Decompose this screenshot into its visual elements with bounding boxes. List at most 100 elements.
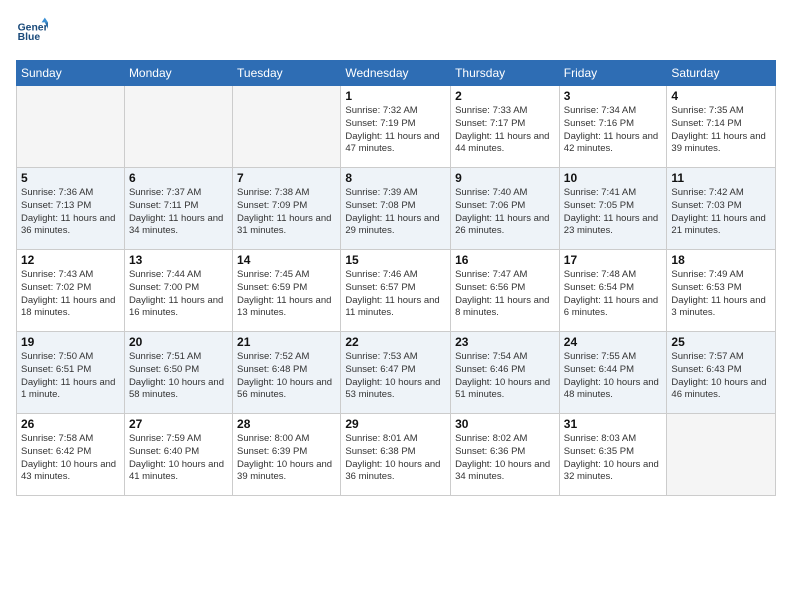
day-number: 16 — [455, 253, 555, 267]
day-info: Sunrise: 7:32 AMSunset: 7:19 PMDaylight:… — [345, 105, 446, 156]
day-info: Sunrise: 7:59 AMSunset: 6:40 PMDaylight:… — [129, 433, 228, 484]
svg-text:Blue: Blue — [18, 32, 41, 43]
day-info: Sunrise: 7:57 AMSunset: 6:43 PMDaylight:… — [671, 351, 771, 402]
day-number: 11 — [671, 171, 771, 185]
calendar-cell — [233, 86, 341, 168]
calendar-cell — [17, 86, 125, 168]
calendar-cell: 19 Sunrise: 7:50 AMSunset: 6:51 PMDayligh… — [17, 332, 125, 414]
day-number: 9 — [455, 171, 555, 185]
day-number: 17 — [564, 253, 663, 267]
day-info: Sunrise: 7:42 AMSunset: 7:03 PMDaylight:… — [671, 187, 771, 238]
calendar-cell: 3Sunrise: 7:34 AMSunset: 7:16 PMDaylight… — [559, 86, 667, 168]
day-number: 6 — [129, 171, 228, 185]
calendar-cell: 23 Sunrise: 7:54 AMSunset: 6:46 PMDayligh… — [451, 332, 560, 414]
day-number: 27 — [129, 417, 228, 431]
calendar-cell: 14Sunrise: 7:45 AMSunset: 6:59 PMDayligh… — [233, 250, 341, 332]
day-number: 15 — [345, 253, 446, 267]
day-number: 24 — [564, 335, 663, 349]
day-info: Sunrise: 7:49 AMSunset: 6:53 PMDaylight:… — [671, 269, 771, 320]
day-info: Sunrise: 7:51 AMSunset: 6:50 PMDaylight:… — [129, 351, 228, 402]
week-row-2: 5Sunrise: 7:36 AMSunset: 7:13 PMDaylight… — [17, 168, 776, 250]
day-info: Sunrise: 8:03 AMSunset: 6:35 PMDaylight:… — [564, 433, 663, 484]
calendar-cell: 10 Sunrise: 7:41 AMSunset: 7:05 PMDayligh… — [559, 168, 667, 250]
day-info: Sunrise: 7:50 AMSunset: 6:51 PMDaylight:… — [21, 351, 120, 402]
calendar-cell: 1 Sunrise: 7:32 AMSunset: 7:19 PMDaylight… — [341, 86, 451, 168]
calendar-cell: 30 Sunrise: 8:02 AMSunset: 6:36 PMDayligh… — [451, 414, 560, 496]
calendar-cell: 16 Sunrise: 7:47 AMSunset: 6:56 PMDayligh… — [451, 250, 560, 332]
weekday-header-tuesday: Tuesday — [233, 61, 341, 86]
calendar-cell: 20 Sunrise: 7:51 AMSunset: 6:50 PMDayligh… — [124, 332, 232, 414]
week-row-4: 19 Sunrise: 7:50 AMSunset: 6:51 PMDayligh… — [17, 332, 776, 414]
calendar-table: SundayMondayTuesdayWednesdayThursdayFrid… — [16, 60, 776, 496]
day-number: 31 — [564, 417, 663, 431]
day-number: 1 — [345, 89, 446, 103]
weekday-header-row: SundayMondayTuesdayWednesdayThursdayFrid… — [17, 61, 776, 86]
day-number: 29 — [345, 417, 446, 431]
day-info: Sunrise: 7:40 AMSunset: 7:06 PMDaylight:… — [455, 187, 555, 238]
day-number: 26 — [21, 417, 120, 431]
calendar-cell: 11 Sunrise: 7:42 AMSunset: 7:03 PMDayligh… — [667, 168, 776, 250]
calendar-cell: 15Sunrise: 7:46 AMSunset: 6:57 PMDayligh… — [341, 250, 451, 332]
day-info: Sunrise: 7:37 AMSunset: 7:11 PMDaylight:… — [129, 187, 228, 238]
calendar-cell: 21Sunrise: 7:52 AMSunset: 6:48 PMDayligh… — [233, 332, 341, 414]
calendar-cell: 8Sunrise: 7:39 AMSunset: 7:08 PMDaylight… — [341, 168, 451, 250]
day-number: 23 — [455, 335, 555, 349]
day-number: 25 — [671, 335, 771, 349]
day-info: Sunrise: 8:02 AMSunset: 6:36 PMDaylight:… — [455, 433, 555, 484]
weekday-header-wednesday: Wednesday — [341, 61, 451, 86]
day-number: 18 — [671, 253, 771, 267]
day-info: Sunrise: 7:53 AMSunset: 6:47 PMDaylight:… — [345, 351, 446, 402]
day-number: 13 — [129, 253, 228, 267]
calendar-cell: 18 Sunrise: 7:49 AMSunset: 6:53 PMDayligh… — [667, 250, 776, 332]
day-number: 20 — [129, 335, 228, 349]
day-info: Sunrise: 7:35 AMSunset: 7:14 PMDaylight:… — [671, 105, 771, 156]
day-info: Sunrise: 7:45 AMSunset: 6:59 PMDaylight:… — [237, 269, 336, 320]
day-info: Sunrise: 7:33 AMSunset: 7:17 PMDaylight:… — [455, 105, 555, 156]
calendar-cell: 9 Sunrise: 7:40 AMSunset: 7:06 PMDaylight… — [451, 168, 560, 250]
day-number: 21 — [237, 335, 336, 349]
calendar-cell: 17Sunrise: 7:48 AMSunset: 6:54 PMDayligh… — [559, 250, 667, 332]
day-info: Sunrise: 7:38 AMSunset: 7:09 PMDaylight:… — [237, 187, 336, 238]
day-number: 7 — [237, 171, 336, 185]
calendar-cell: 26 Sunrise: 7:58 AMSunset: 6:42 PMDayligh… — [17, 414, 125, 496]
calendar-cell: 27 Sunrise: 7:59 AMSunset: 6:40 PMDayligh… — [124, 414, 232, 496]
calendar-cell: 13Sunrise: 7:44 AMSunset: 7:00 PMDayligh… — [124, 250, 232, 332]
calendar-cell: 22Sunrise: 7:53 AMSunset: 6:47 PMDayligh… — [341, 332, 451, 414]
day-info: Sunrise: 8:00 AMSunset: 6:39 PMDaylight:… — [237, 433, 336, 484]
weekday-header-monday: Monday — [124, 61, 232, 86]
day-number: 28 — [237, 417, 336, 431]
calendar-cell — [124, 86, 232, 168]
weekday-header-sunday: Sunday — [17, 61, 125, 86]
day-info: Sunrise: 7:41 AMSunset: 7:05 PMDaylight:… — [564, 187, 663, 238]
week-row-3: 12 Sunrise: 7:43 AMSunset: 7:02 PMDayligh… — [17, 250, 776, 332]
day-number: 2 — [455, 89, 555, 103]
page: General Blue SundayMondayTuesdayWednesda… — [0, 0, 792, 612]
day-info: Sunrise: 7:58 AMSunset: 6:42 PMDaylight:… — [21, 433, 120, 484]
day-info: Sunrise: 7:55 AMSunset: 6:44 PMDaylight:… — [564, 351, 663, 402]
calendar-cell: 2 Sunrise: 7:33 AMSunset: 7:17 PMDaylight… — [451, 86, 560, 168]
logo: General Blue — [16, 16, 52, 48]
calendar-cell: 25 Sunrise: 7:57 AMSunset: 6:43 PMDayligh… — [667, 332, 776, 414]
calendar-cell: 5Sunrise: 7:36 AMSunset: 7:13 PMDaylight… — [17, 168, 125, 250]
calendar-cell — [667, 414, 776, 496]
day-number: 3 — [564, 89, 663, 103]
day-number: 30 — [455, 417, 555, 431]
day-info: Sunrise: 7:54 AMSunset: 6:46 PMDaylight:… — [455, 351, 555, 402]
day-info: Sunrise: 7:43 AMSunset: 7:02 PMDaylight:… — [21, 269, 120, 320]
weekday-header-thursday: Thursday — [451, 61, 560, 86]
day-number: 10 — [564, 171, 663, 185]
header: General Blue — [16, 16, 776, 48]
day-number: 19 — [21, 335, 120, 349]
weekday-header-friday: Friday — [559, 61, 667, 86]
day-number: 12 — [21, 253, 120, 267]
day-info: Sunrise: 7:47 AMSunset: 6:56 PMDaylight:… — [455, 269, 555, 320]
day-number: 4 — [671, 89, 771, 103]
calendar-cell: 6 Sunrise: 7:37 AMSunset: 7:11 PMDaylight… — [124, 168, 232, 250]
calendar-cell: 24 Sunrise: 7:55 AMSunset: 6:44 PMDayligh… — [559, 332, 667, 414]
calendar-cell: 7 Sunrise: 7:38 AMSunset: 7:09 PMDaylight… — [233, 168, 341, 250]
calendar-cell: 31 Sunrise: 8:03 AMSunset: 6:35 PMDayligh… — [559, 414, 667, 496]
week-row-5: 26 Sunrise: 7:58 AMSunset: 6:42 PMDayligh… — [17, 414, 776, 496]
logo-icon: General Blue — [16, 16, 48, 48]
calendar-cell: 29 Sunrise: 8:01 AMSunset: 6:38 PMDayligh… — [341, 414, 451, 496]
day-info: Sunrise: 8:01 AMSunset: 6:38 PMDaylight:… — [345, 433, 446, 484]
